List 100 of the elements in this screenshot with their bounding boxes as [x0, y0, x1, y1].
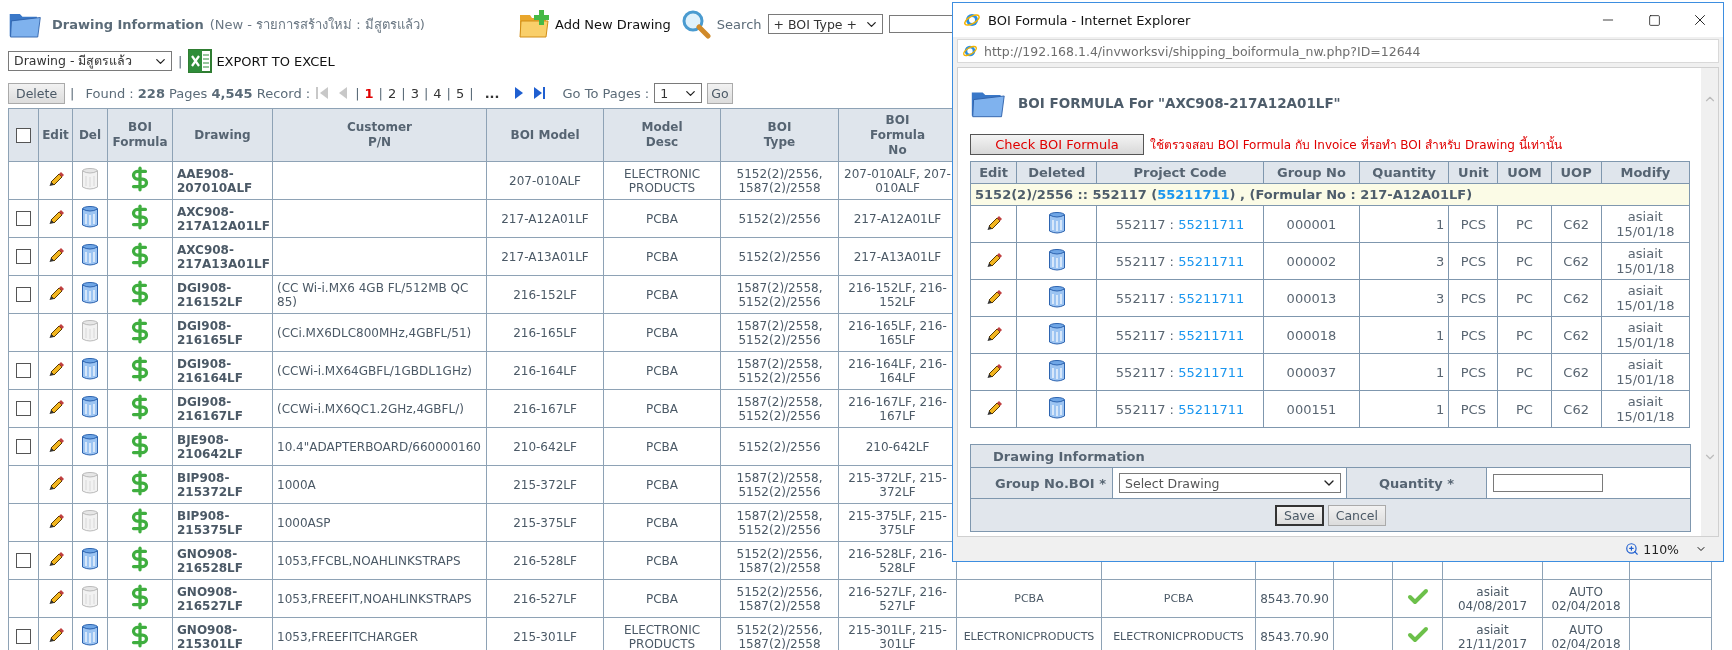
- table-cell: ELECTRONICPRODUCTS: [1113, 629, 1244, 643]
- row-checkbox[interactable]: [16, 211, 31, 226]
- pencil-icon[interactable]: [47, 627, 64, 643]
- table-cell: 5152(2)/2556, 1587(2)/2558: [736, 546, 823, 575]
- pencil-icon[interactable]: [47, 551, 64, 567]
- search-icon[interactable]: [680, 9, 711, 39]
- page-link[interactable]: 4: [433, 85, 442, 101]
- pencil-icon[interactable]: [47, 171, 64, 187]
- trash-icon[interactable]: [81, 547, 99, 571]
- row-checkbox[interactable]: [16, 249, 31, 264]
- table-cell: 5152(2)/2556, 1587(2)/2558: [736, 584, 823, 613]
- pencil-icon[interactable]: [985, 288, 1002, 305]
- trash-icon[interactable]: [1047, 358, 1066, 383]
- project-link[interactable]: 55211711: [1178, 327, 1245, 343]
- group-label: Group No.BOI *: [995, 475, 1106, 491]
- table-cell: PCBA: [645, 401, 679, 416]
- project-link[interactable]: 55211711: [1178, 216, 1245, 232]
- trash-icon[interactable]: [81, 281, 99, 305]
- project-link[interactable]: 55211711: [1178, 401, 1245, 417]
- trash-icon[interactable]: [1047, 284, 1066, 309]
- row-checkbox[interactable]: [16, 629, 31, 644]
- table-cell: 210-642LF: [513, 439, 577, 454]
- page-select[interactable]: 1: [654, 83, 703, 103]
- trash-icon[interactable]: [81, 433, 99, 457]
- table-cell: asiait 15/01/18: [1616, 320, 1675, 350]
- pencil-icon[interactable]: [47, 247, 64, 263]
- export-button[interactable]: EXPORT TO EXCEL: [188, 49, 335, 73]
- page-link[interactable]: 5: [456, 85, 465, 101]
- row-checkbox[interactable]: [16, 553, 31, 568]
- table-cell: AUTO 02/04/2018: [1551, 584, 1621, 613]
- page-link[interactable]: 2: [388, 85, 397, 101]
- select-all-checkbox[interactable]: [16, 127, 31, 143]
- table-cell: PCBA: [645, 553, 679, 568]
- check-formula-button[interactable]: Check BOI Formula: [970, 134, 1144, 155]
- delete-button[interactable]: Delete: [8, 82, 66, 104]
- trash-icon[interactable]: [1047, 321, 1066, 346]
- table-cell: PCS: [1460, 401, 1486, 417]
- page-link[interactable]: 3: [410, 85, 419, 101]
- cancel-button[interactable]: Cancel: [1327, 504, 1387, 526]
- pencil-icon[interactable]: [47, 437, 64, 453]
- page-link[interactable]: 1: [364, 85, 374, 101]
- maximize-icon[interactable]: [1647, 13, 1661, 27]
- separator: |: [401, 85, 406, 101]
- project-link[interactable]: 55211711: [1178, 364, 1245, 380]
- table-cell: asiait 15/01/18: [1616, 283, 1675, 313]
- table-cell: ELECTRONIC PRODUCTS: [623, 622, 701, 650]
- pencil-icon[interactable]: [47, 361, 64, 377]
- table-cell: 000018: [1286, 327, 1337, 343]
- pencil-icon[interactable]: [47, 513, 64, 529]
- row-checkbox[interactable]: [16, 401, 31, 416]
- trash-icon[interactable]: [1047, 395, 1066, 420]
- trash-icon[interactable]: [81, 243, 99, 267]
- project-link[interactable]: 55211711: [1178, 253, 1245, 269]
- pencil-icon[interactable]: [985, 362, 1002, 379]
- table-cell: 216-165LF, 216-165LF: [848, 318, 947, 347]
- pencil-icon[interactable]: [985, 325, 1002, 342]
- more-pages-link[interactable]: ...: [484, 85, 500, 101]
- trash-icon[interactable]: [81, 395, 99, 419]
- quantity-field[interactable]: [1493, 474, 1603, 492]
- pencil-icon[interactable]: [47, 589, 64, 605]
- row-checkbox[interactable]: [16, 363, 31, 378]
- project-link[interactable]: 55211711: [1178, 290, 1245, 306]
- drawing-select[interactable]: Select Drawing: [1119, 473, 1341, 493]
- quantity-label: Quantity *: [1379, 475, 1454, 491]
- trash-icon[interactable]: [81, 357, 99, 381]
- zoom-level[interactable]: 110%: [1643, 541, 1679, 557]
- pencil-icon[interactable]: [985, 251, 1002, 268]
- table-cell: BIP908-215375LF: [177, 508, 243, 537]
- add-drawing-button[interactable]: Add New Drawing: [519, 9, 671, 39]
- pencil-icon[interactable]: [47, 475, 64, 491]
- address-bar[interactable]: http://192.168.1.4/invworksvi/shipping_boiformula_nw.php?ID=12644: [957, 39, 1719, 63]
- row-checkbox[interactable]: [16, 287, 31, 302]
- table-cell: PC: [1516, 327, 1533, 343]
- page-title: Drawing Information: [52, 16, 204, 32]
- table-cell: AAE908-207010ALF: [177, 166, 253, 195]
- pencil-icon[interactable]: [47, 323, 64, 339]
- trash-icon[interactable]: [1047, 210, 1066, 235]
- table-cell: 1: [1436, 401, 1445, 417]
- trash-icon[interactable]: [1047, 247, 1066, 272]
- pencil-icon[interactable]: [47, 285, 64, 301]
- pencil-icon[interactable]: [47, 399, 64, 415]
- trash-icon[interactable]: [81, 623, 99, 647]
- pencil-icon[interactable]: [47, 209, 64, 225]
- table-cell: 216-152LF, 216-152LF: [848, 280, 947, 309]
- table-cell: 217-A12A01LF: [853, 211, 942, 226]
- boi-type-select[interactable]: + BOI Type +: [767, 14, 883, 34]
- pencil-icon[interactable]: [985, 399, 1002, 416]
- column-header: UOP: [1560, 165, 1592, 180]
- column-header: BOI Model: [510, 127, 580, 142]
- save-button[interactable]: Save: [1275, 504, 1324, 526]
- pencil-icon[interactable]: [985, 214, 1002, 231]
- row-checkbox[interactable]: [16, 439, 31, 454]
- table-cell: PCBA: [645, 211, 679, 226]
- table-cell: 000002: [1286, 253, 1337, 269]
- table-cell: 215-372LF: [513, 477, 577, 492]
- view-select[interactable]: Drawing - มีสูตรแล้ว: [8, 51, 172, 71]
- trash-icon[interactable]: [81, 205, 99, 229]
- table-cell: 5152(2)/2556: [738, 439, 821, 454]
- table-cell: PC: [1516, 401, 1533, 417]
- go-button[interactable]: Go: [707, 82, 733, 104]
